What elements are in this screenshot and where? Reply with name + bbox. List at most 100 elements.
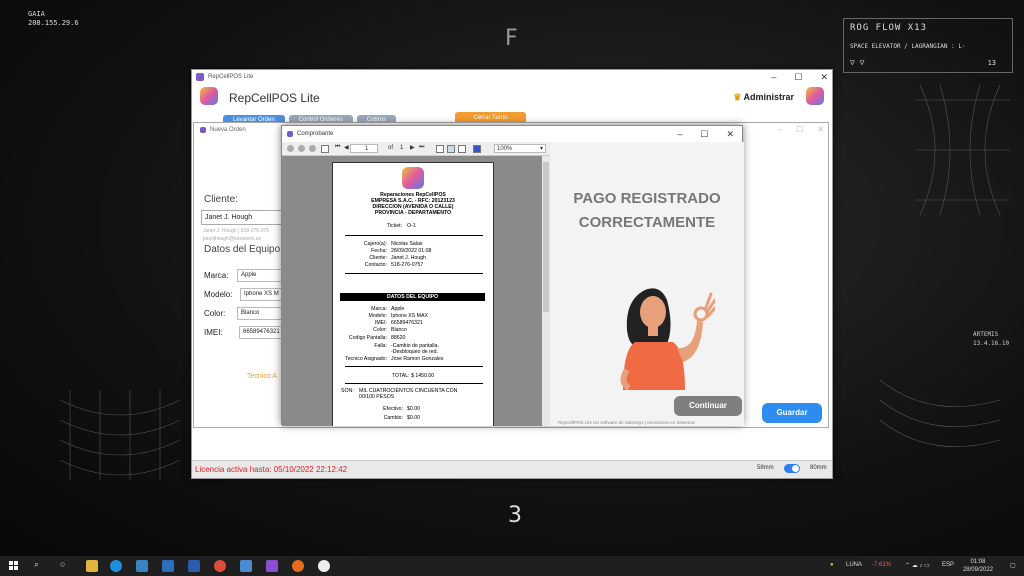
avatar[interactable] bbox=[806, 87, 824, 105]
receipt-divider bbox=[345, 273, 483, 274]
chevron-down-icon: ▾ bbox=[539, 146, 543, 152]
comprobante-controls: – ☐ ✕ bbox=[677, 126, 734, 142]
print-layout-icon[interactable] bbox=[436, 145, 444, 153]
file-explorer-icon[interactable] bbox=[86, 560, 98, 572]
scrollbar-thumb[interactable] bbox=[543, 162, 549, 312]
modelo-label: Modelo: bbox=[368, 313, 387, 319]
maximize-icon[interactable]: ☐ bbox=[796, 123, 803, 137]
tray-icons[interactable]: ⌃ ☁ ♪ ▭ bbox=[905, 562, 930, 569]
main-window-title: RepCellPOS Lite bbox=[208, 74, 254, 80]
chrome-icon[interactable] bbox=[214, 560, 226, 572]
desktop-host-info: GAIA 208.155.29.6 bbox=[28, 10, 79, 28]
cortana-icon[interactable]: ○ bbox=[60, 559, 65, 569]
viewer-scrollbar[interactable] bbox=[542, 156, 550, 426]
print-icon[interactable] bbox=[458, 145, 466, 153]
comprobante-titlebar[interactable]: Comprobante – ☐ ✕ bbox=[282, 126, 742, 142]
close-icon[interactable]: ✕ bbox=[820, 70, 828, 85]
color-input[interactable]: Blanco bbox=[237, 307, 287, 320]
report-viewer: ⏮ ◀ 1 of 1 ▶ ⏭ 100% ▾ Reparaciones RepCel… bbox=[282, 142, 550, 426]
notifications-icon[interactable]: ▢ bbox=[1010, 562, 1016, 569]
firefox-icon[interactable] bbox=[292, 560, 304, 572]
datos-equipo-label: Datos del Equipo bbox=[204, 244, 281, 255]
rog-subtitle: SPACE ELEVATOR / LAGRANGIAN : L· bbox=[850, 43, 966, 50]
mail-icon[interactable] bbox=[162, 560, 174, 572]
cliente-label: Cliente: bbox=[369, 255, 387, 261]
codigo-label: Codigo Pantalla: bbox=[348, 335, 387, 341]
main-titlebar[interactable]: RepCellPOS Lite – ☐ ✕ bbox=[192, 70, 832, 85]
first-page-icon[interactable]: ⏮ bbox=[335, 144, 340, 151]
rog-widget: ROG FLOW X13 SPACE ELEVATOR / LAGRANGIAN… bbox=[843, 18, 1013, 73]
page-setup-icon[interactable] bbox=[447, 145, 455, 153]
page-total: 1 bbox=[400, 145, 404, 151]
store-icon[interactable] bbox=[136, 560, 148, 572]
weather-icon[interactable]: ● bbox=[830, 562, 834, 568]
modelo-value: Iphone XS MAX bbox=[391, 313, 428, 319]
search-icon[interactable]: ⌕ bbox=[34, 559, 39, 570]
start-tile bbox=[14, 561, 18, 565]
marca-input[interactable]: Apple bbox=[237, 269, 287, 282]
status-bar: Licencia activa hasta: 05/10/2022 22:12:… bbox=[192, 460, 832, 478]
receipt-divider bbox=[345, 366, 483, 367]
crown-icon: ♛ bbox=[733, 92, 742, 102]
contacto-label: Contacto: bbox=[364, 262, 387, 268]
last-page-icon[interactable]: ⏭ bbox=[419, 144, 424, 151]
weather-label[interactable]: LUNA bbox=[846, 562, 862, 568]
minimize-icon[interactable]: – bbox=[771, 70, 776, 85]
prev-page-icon[interactable]: ◀ bbox=[344, 144, 349, 151]
python-icon[interactable] bbox=[240, 560, 252, 572]
ticket-label: Ticket: bbox=[386, 223, 402, 229]
minimize-icon[interactable]: – bbox=[778, 123, 782, 137]
stop-icon[interactable] bbox=[309, 145, 316, 152]
refresh-icon[interactable] bbox=[321, 145, 329, 153]
minimize-icon[interactable]: – bbox=[677, 126, 682, 142]
guardar-button[interactable]: Guardar bbox=[762, 403, 822, 423]
license-status: Licencia activa hasta: 05/10/2022 22:12:… bbox=[195, 465, 348, 474]
visual-studio-icon[interactable] bbox=[266, 560, 278, 572]
cambio-value: $0.00 bbox=[407, 415, 420, 421]
paper-size-toggle[interactable] bbox=[784, 464, 800, 473]
clock-time: 01:08 bbox=[970, 559, 986, 565]
edge-icon[interactable] bbox=[110, 560, 122, 572]
cliente-info-email: janetjhough@teleworm.us bbox=[203, 236, 261, 242]
clock-date: 28/09/2022 bbox=[962, 567, 993, 573]
save-icon[interactable] bbox=[473, 145, 481, 153]
artemis-info: ARTEMIS 13.4.16.10 bbox=[973, 330, 1009, 348]
windows-start-icon[interactable] bbox=[9, 561, 19, 571]
cliente-input[interactable]: Janet J. Hough bbox=[201, 210, 291, 225]
app-title: RepCellPOS Lite bbox=[229, 91, 320, 105]
main-header: RepCellPOS Lite ♛ Administrar bbox=[192, 85, 832, 111]
continuar-button[interactable]: Continuar bbox=[674, 396, 742, 416]
cliente-info: Janet J. Hough | 518-276-075 janetjhough… bbox=[203, 227, 269, 243]
word-icon[interactable] bbox=[188, 560, 200, 572]
artemis-version: 13.4.16.10 bbox=[973, 340, 1010, 347]
success-message: PAGO REGISTRADO CORRECTAMENTE bbox=[550, 187, 744, 235]
forward-icon[interactable] bbox=[298, 145, 305, 152]
clock[interactable]: 01:08 28/09/2022 bbox=[963, 558, 993, 574]
nueva-orden-controls: – ☐ ✕ bbox=[778, 123, 824, 137]
user-menu[interactable]: ♛ Administrar bbox=[733, 92, 794, 103]
rog-icons: ▽ ▽ bbox=[850, 58, 865, 67]
marca-label: Marca: bbox=[204, 271, 229, 280]
repcellpos-taskbar-icon[interactable] bbox=[318, 560, 330, 572]
maximize-icon[interactable]: ☐ bbox=[794, 70, 802, 85]
next-page-icon[interactable]: ▶ bbox=[410, 144, 415, 151]
paper-58mm-label: 58mm bbox=[757, 465, 774, 471]
back-icon[interactable] bbox=[287, 145, 294, 152]
close-icon[interactable]: ✕ bbox=[726, 126, 734, 142]
app-icon bbox=[196, 73, 204, 81]
app-icon bbox=[287, 131, 293, 137]
confirmation-pane: PAGO REGISTRADO CORRECTAMENTE Continuar … bbox=[550, 142, 744, 426]
maximize-icon[interactable]: ☐ bbox=[700, 126, 708, 142]
stock-change[interactable]: -7.61% bbox=[872, 562, 891, 568]
language-indicator[interactable]: ESP bbox=[942, 562, 954, 568]
efectivo-label: Efectivo: bbox=[383, 406, 403, 412]
cliente-value: Janet J. Hough bbox=[391, 255, 426, 261]
footnote: RepCellPOS Lite Un software de SalasSys … bbox=[558, 420, 695, 425]
page-number-input[interactable]: 1 bbox=[350, 144, 378, 153]
color-value: Blanco bbox=[391, 327, 407, 333]
zoom-select[interactable]: 100% ▾ bbox=[494, 144, 546, 153]
receipt-section-title: DATOS DEL EQUIPO bbox=[340, 293, 485, 301]
close-icon[interactable]: ✕ bbox=[817, 123, 824, 137]
receipt-province: PROVINCIA - DEPARTAMENTO bbox=[374, 210, 452, 216]
rog-number: 13 bbox=[987, 59, 996, 67]
